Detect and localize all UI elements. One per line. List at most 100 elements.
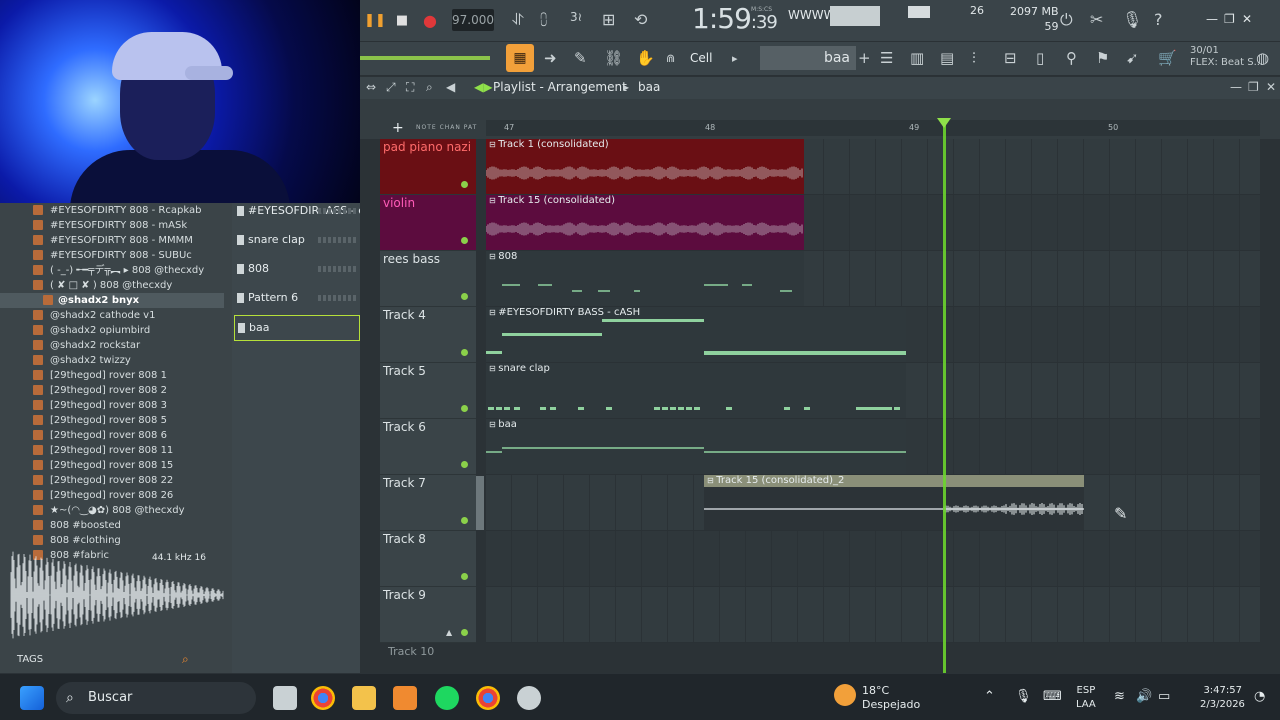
clip-header[interactable]: Track 15 (consolidated) <box>486 195 804 207</box>
mic-icon[interactable]: 🎙 <box>1122 10 1142 29</box>
browser-item[interactable]: @shadx2 rockstar <box>0 338 224 353</box>
track-lane[interactable]: Track 15 (consolidated)_2 <box>486 475 1260 531</box>
browser-item[interactable]: [29thegod] rover 808 2 <box>0 383 224 398</box>
globe-icon[interactable]: ◍ <box>1256 49 1269 67</box>
hand-icon[interactable]: ✋ <box>636 49 655 67</box>
select-icon[interactable]: ⤢ <box>386 80 396 95</box>
stop-icon[interactable]: ■ <box>394 9 410 31</box>
magnet-icon[interactable]: ⋒ <box>666 52 675 65</box>
taskbar-search[interactable]: ⌕ Buscar <box>56 682 256 714</box>
plugin-icon[interactable]: ⚲ <box>1066 49 1077 67</box>
browser-item[interactable]: [29thegod] rover 808 3 <box>0 398 224 413</box>
add-pattern-icon[interactable]: + <box>858 49 871 67</box>
channel-rack-icon[interactable]: ▥ <box>910 49 924 67</box>
weather-widget[interactable]: 18°C Despejado <box>862 684 920 712</box>
channel-grip[interactable] <box>318 295 358 301</box>
channel-item[interactable]: baa <box>234 315 360 341</box>
clip-header[interactable]: snare clap <box>486 363 906 375</box>
chrome-profile-icon[interactable] <box>476 686 500 710</box>
tempo-display[interactable]: 97.000 <box>452 9 494 31</box>
typing-keyboard-icon[interactable]: ▦ <box>506 44 534 72</box>
track-header[interactable]: Track 7 <box>380 475 476 531</box>
arrow-right-icon[interactable]: ➜ <box>544 49 557 67</box>
close-icon[interactable]: ✕ <box>1266 80 1276 94</box>
track-header[interactable]: rees bass <box>380 251 476 307</box>
track-lane[interactable] <box>486 587 1260 643</box>
record-icon[interactable]: ● <box>422 9 438 31</box>
track-lane[interactable]: snare clap <box>486 363 1260 419</box>
channel-item[interactable]: snare clap <box>234 228 360 252</box>
browser-item[interactable]: ★~(◠‿◕✿) 808 @thecxdy <box>0 503 224 518</box>
track-lane[interactable]: baa <box>486 419 1260 475</box>
browser-item[interactable]: @shadx2 opiumbird <box>0 323 224 338</box>
add-track-icon[interactable]: + <box>392 120 404 136</box>
tray-chevron-icon[interactable]: ⌃ <box>984 689 995 704</box>
track-mute-led[interactable] <box>461 573 468 580</box>
channel-item[interactable]: Pattern 6 <box>234 286 360 310</box>
wait-record-icon[interactable]: ⩇ <box>540 10 547 30</box>
clip-header[interactable]: Track 1 (consolidated) <box>486 139 804 151</box>
browser-item[interactable]: #EYESOFDIRTY 808 - SUBUc <box>0 248 224 263</box>
metronome-icon[interactable]: ⥯ <box>512 10 524 30</box>
tools-icon[interactable]: ✂ <box>1090 10 1103 29</box>
browser-item[interactable]: @shadx2 twizzy <box>0 353 224 368</box>
help-icon[interactable]: ? <box>1154 10 1163 29</box>
microphone-icon[interactable]: 🎙 <box>1015 689 1032 704</box>
browser-item[interactable]: @shadx2 cathode v1 <box>0 308 224 323</box>
playlist-icon[interactable]: ☰ <box>880 49 893 67</box>
minimize-icon[interactable]: — <box>1230 80 1242 94</box>
piano-roll-icon[interactable]: ▤ <box>940 49 954 67</box>
speaker-icon[interactable]: ◀ <box>446 80 455 94</box>
spotify-icon[interactable] <box>435 686 459 710</box>
browser-item[interactable]: [29thegod] rover 808 6 <box>0 428 224 443</box>
notification-icon[interactable]: ◔ <box>1254 689 1265 704</box>
browser-item[interactable]: @shadx2 bnyx <box>0 293 224 308</box>
playlist-clip[interactable]: snare clap <box>486 363 906 418</box>
start-icon[interactable] <box>20 686 44 710</box>
file-explorer-icon[interactable] <box>352 686 376 710</box>
track-header[interactable]: Track 4 <box>380 307 476 363</box>
language-indicator[interactable]: ESP LAA <box>1076 684 1096 712</box>
track-mute-led[interactable] <box>461 293 468 300</box>
track-lane[interactable] <box>486 531 1260 587</box>
pencil-icon[interactable]: ✎ <box>574 49 587 67</box>
pattern-selector[interactable]: baa <box>760 46 856 70</box>
playlist-clip[interactable]: 808 <box>486 251 804 306</box>
channel-item[interactable]: 808 <box>234 257 360 281</box>
clip-header[interactable]: Track 15 (consolidated)_2 <box>704 475 1084 487</box>
timeline-ruler[interactable]: 47 48 49 50 <box>486 120 1260 136</box>
track-mute-led[interactable] <box>461 629 468 636</box>
playlist-clip[interactable]: Track 15 (consolidated) <box>486 195 804 250</box>
volume-icon[interactable]: 🔊 <box>1136 689 1152 704</box>
chevron-right-icon[interactable]: ▸ <box>732 52 738 65</box>
clip-header[interactable]: 808 <box>486 251 804 263</box>
track-lane[interactable]: Track 1 (consolidated) <box>486 139 1260 195</box>
browser-item[interactable]: 808 #boosted <box>0 518 224 533</box>
track-header[interactable]: Track 8 <box>380 531 476 587</box>
clip-header[interactable]: baa <box>486 419 906 431</box>
chrome-icon[interactable] <box>311 686 335 710</box>
channel-grip[interactable] <box>318 237 358 243</box>
track-mute-led[interactable] <box>461 237 468 244</box>
cart-icon[interactable]: 🛒 <box>1158 49 1177 67</box>
system-clock[interactable]: 3:47:57 2/3/2026 <box>1200 684 1245 712</box>
track-lane[interactable]: 808 <box>486 251 1260 307</box>
channel-grip[interactable] <box>318 266 358 272</box>
clip-header[interactable]: #EYESOFDIRTY BASS - cASH <box>486 307 906 319</box>
browser-item[interactable]: ( -_-) ╾━╤デ╦︻ ▸ 808 @thecxdy <box>0 263 224 278</box>
browser-item[interactable]: #EYESOFDIRTY 808 - mASk <box>0 218 224 233</box>
browser-item[interactable]: [29thegod] rover 808 22 <box>0 473 224 488</box>
channel-grip[interactable] <box>318 208 358 214</box>
browser-item[interactable]: ( ✘ □ ✘ ) 808 @thecxdy <box>0 278 224 293</box>
browser-item[interactable]: [29thegod] rover 808 26 <box>0 488 224 503</box>
playlist-clip[interactable]: Track 15 (consolidated)_2 <box>704 475 1084 530</box>
track-mute-led[interactable] <box>461 405 468 412</box>
scroll-up-icon[interactable]: ▲ <box>446 628 452 637</box>
plugin-picker-icon[interactable]: ⚑ <box>1096 49 1109 67</box>
note-chan-pat-tabs[interactable]: NOTE CHAN PAT <box>416 124 477 131</box>
track-lane[interactable]: #EYESOFDIRTY BASS - cASH <box>486 307 1260 363</box>
browser-icon[interactable]: ⊟ <box>1004 49 1017 67</box>
playlist-clip[interactable]: #EYESOFDIRTY BASS - cASH <box>486 307 906 362</box>
search-icon[interactable]: ⌕ <box>182 652 189 667</box>
link-icon[interactable]: ⛓ <box>604 49 623 67</box>
